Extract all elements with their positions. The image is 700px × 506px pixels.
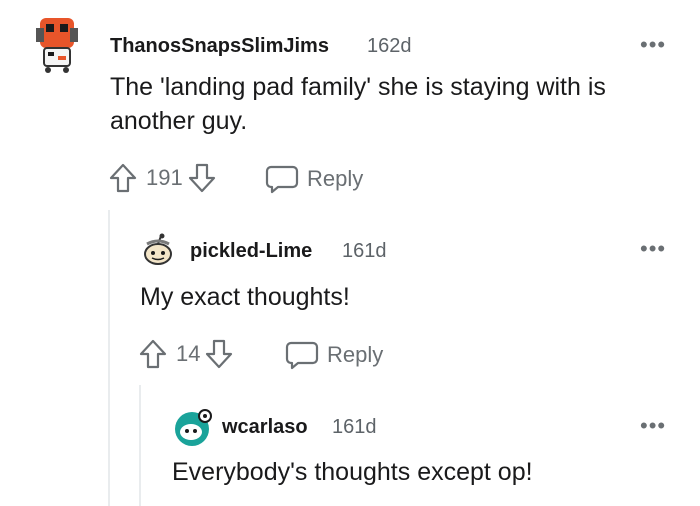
comment-1: ThanosSnapsSlimJims 162d ••• The 'landin… [0,0,700,210]
vote-controls: 14 [138,338,234,370]
comment-body: The 'landing pad family' she is staying … [110,73,606,135]
downvote-arrow-icon[interactable] [204,338,234,370]
comment-author[interactable]: wcarlaso [222,416,308,439]
comment-3: wcarlaso 161d ••• Everybody's thoughts e… [0,385,700,506]
avatar[interactable] [172,407,212,447]
comment-age: 162d [367,35,412,57]
avatar[interactable] [32,16,80,74]
reply-label: Reply [307,166,364,191]
reply-button[interactable]: Reply [265,164,363,194]
comment-author[interactable]: pickled-Lime [190,240,312,263]
comment-2: pickled-Lime 161d ••• My exact thoughts!… [0,210,700,385]
comment-author[interactable]: ThanosSnapsSlimJims [110,35,329,58]
vote-controls: 191 [108,162,217,194]
comment-body: My exact thoughts! [140,283,350,311]
vote-count: 14 [176,341,201,366]
reply-button[interactable]: Reply [285,340,383,370]
vote-count: 191 [146,165,183,190]
more-options-button[interactable]: ••• [640,34,666,56]
more-options-button[interactable]: ••• [640,415,666,437]
chat-bubble-icon [285,340,319,370]
upvote-arrow-icon[interactable] [138,338,168,370]
comment-age: 161d [332,416,377,438]
more-options-button[interactable]: ••• [640,238,666,260]
chat-bubble-icon [265,164,299,194]
upvote-arrow-icon[interactable] [108,162,138,194]
comment-age: 161d [342,240,387,262]
avatar[interactable] [141,232,175,266]
reply-label: Reply [327,342,384,367]
downvote-arrow-icon[interactable] [187,162,217,194]
comment-body: Everybody's thoughts except op! [172,458,533,486]
